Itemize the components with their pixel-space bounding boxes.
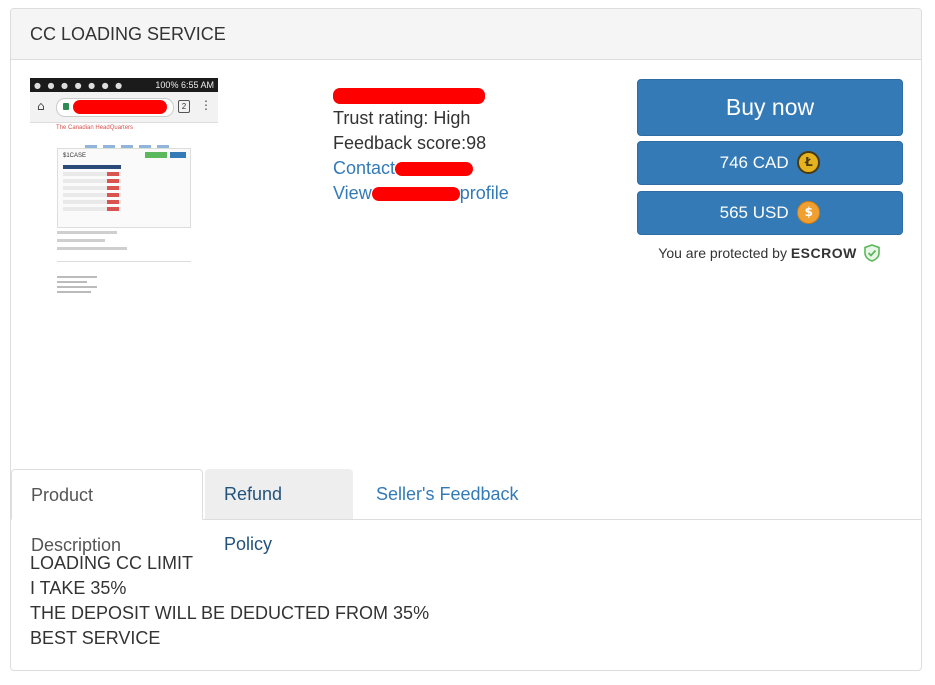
pay-usd-button[interactable]: 565 USD $ xyxy=(637,191,903,235)
redaction-mark xyxy=(395,162,474,177)
lock-icon xyxy=(63,103,69,110)
panel-heading: CC LOADING SERVICE xyxy=(11,9,921,60)
description-line: I TAKE 35% xyxy=(30,578,127,598)
listing-panel: CC LOADING SERVICE ● ● ● ● ● ● ● 100% 6:… xyxy=(10,8,922,671)
listing-title: CC LOADING SERVICE xyxy=(30,24,226,44)
pay-cad-button[interactable]: 746 CAD Ł xyxy=(637,141,903,185)
thumb-blue-button xyxy=(170,152,186,158)
description-line: THE DEPOSIT WILL BE DEDUCTED FROM 35% xyxy=(30,603,430,623)
shield-check-icon xyxy=(863,244,880,263)
menu-icon: ⋮ xyxy=(200,98,212,112)
escrow-notice: You are protected by ESCROW xyxy=(637,244,901,263)
feedback-score: Feedback score:98 xyxy=(333,133,487,153)
thumb-status-bar: ● ● ● ● ● ● ● 100% 6:55 AM xyxy=(30,78,218,92)
escrow-label: ESCROW xyxy=(790,245,857,261)
trust-rating: Trust rating: High xyxy=(333,108,471,128)
price-usd: 565 USD xyxy=(719,203,789,222)
tab-count: 2 xyxy=(178,100,190,113)
escrow-text: You are protected by xyxy=(658,245,787,261)
thumb-browser-bar: ⌂ 2 ⋮ xyxy=(30,92,218,123)
seller-name[interactable] xyxy=(333,81,623,106)
view-link-text[interactable]: View xyxy=(333,183,372,203)
tab-product-description[interactable]: Product Description xyxy=(11,469,203,555)
thumb-url-bar xyxy=(56,98,174,117)
thumb-table xyxy=(63,165,121,219)
litecoin-icon: Ł xyxy=(797,151,821,175)
thumb-divider xyxy=(57,261,191,262)
contact-link-text[interactable]: Contact xyxy=(333,158,395,178)
price-cad: 746 CAD xyxy=(719,153,789,172)
seller-info: Trust rating: High Feedback score:98 Con… xyxy=(333,81,623,206)
profile-link-text[interactable]: profile xyxy=(460,183,509,203)
tab-refund-policy[interactable]: Refund Policy xyxy=(205,469,353,554)
redaction-mark xyxy=(73,100,167,114)
thumb-box-title: $1CASE xyxy=(63,153,87,159)
redaction-mark xyxy=(371,187,460,202)
thumb-site-title: The Canadian HeadQuarters xyxy=(56,125,134,131)
contact-seller-link[interactable]: Contact xyxy=(333,156,623,181)
product-image[interactable]: ● ● ● ● ● ● ● 100% 6:55 AM ⌂ 2 ⋮ The Can… xyxy=(30,78,218,293)
buy-now-button[interactable]: Buy now xyxy=(637,79,903,136)
description-line: BEST SERVICE xyxy=(30,628,161,648)
home-icon: ⌂ xyxy=(37,99,45,113)
thumb-footer-text xyxy=(57,276,97,296)
dollar-coin-icon: $ xyxy=(797,201,821,225)
status-time: 6:55 AM xyxy=(180,80,214,90)
view-profile-link[interactable]: View profile xyxy=(333,181,623,206)
redaction-mark xyxy=(333,88,485,105)
status-clock: 100% 6:55 AM xyxy=(155,80,214,90)
thumb-nav xyxy=(85,135,205,148)
thumb-listing-box: $1CASE xyxy=(57,148,191,228)
status-icons: ● ● ● ● ● ● ● xyxy=(34,81,125,90)
tab-sellers-feedback[interactable]: Seller's Feedback xyxy=(357,469,538,520)
status-battery: 100% xyxy=(155,80,179,90)
thumb-text-lines xyxy=(57,231,189,255)
thumb-green-button xyxy=(145,152,167,158)
